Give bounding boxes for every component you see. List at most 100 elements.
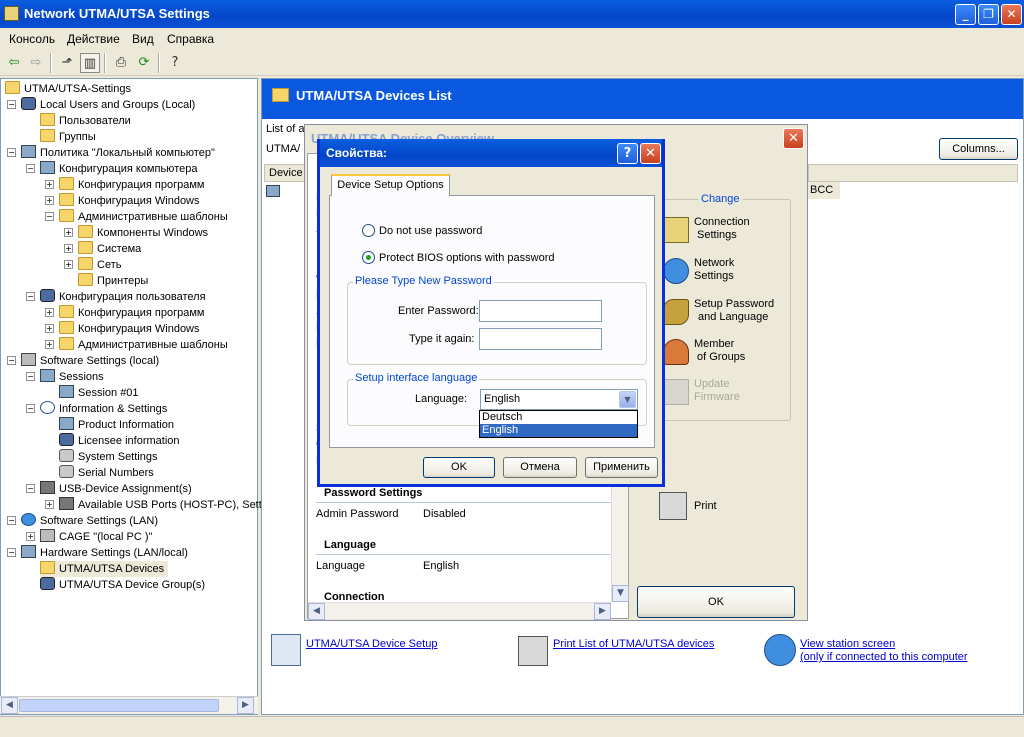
- tree-item[interactable]: Hardware Settings (LAN/local): [21, 545, 188, 561]
- tree-item[interactable]: Система: [78, 241, 141, 257]
- tree-item[interactable]: Local Users and Groups (Local): [21, 97, 195, 113]
- tree-item[interactable]: UTMA/UTSA Device Group(s): [40, 577, 205, 593]
- password-group-title: Please Type New Password: [353, 275, 494, 287]
- forward-arrow-icon[interactable]: ⇨: [26, 53, 46, 73]
- tree-item[interactable]: Software Settings (LAN): [21, 513, 158, 529]
- chevron-down-icon[interactable]: ▼: [619, 391, 636, 408]
- apply-button[interactable]: Применить: [585, 457, 658, 478]
- tree-item[interactable]: Конфигурация программ: [59, 177, 204, 193]
- folder-icon: [40, 129, 55, 142]
- tree-item[interactable]: Конфигурация Windows: [59, 193, 200, 209]
- print-action[interactable]: Print: [659, 490, 739, 522]
- restore-button[interactable]: ❐: [978, 4, 999, 25]
- properties-close-button[interactable]: ✕: [640, 143, 661, 164]
- language-option-english[interactable]: English: [480, 424, 637, 437]
- tree-item[interactable]: Available USB Ports (HOST-PC), Sett: [59, 497, 262, 513]
- minimize-button[interactable]: _: [955, 4, 976, 25]
- column-header-device[interactable]: Device: [264, 164, 308, 182]
- scroll-left-icon[interactable]: ◀: [308, 603, 325, 620]
- show-tree-icon[interactable]: ▥: [80, 53, 100, 73]
- menu-action[interactable]: Действие: [67, 32, 120, 46]
- column-header[interactable]: [808, 164, 1018, 182]
- tree-item[interactable]: Пользователи: [40, 113, 131, 129]
- tab-device-setup-options[interactable]: Device Setup Options: [331, 174, 450, 196]
- scroll-right-icon[interactable]: ▶: [237, 697, 254, 714]
- radio-protect-bios-label[interactable]: Protect BIOS options with password: [379, 252, 554, 264]
- radio-no-password-label[interactable]: Do not use password: [379, 225, 482, 237]
- overview-horizontal-scrollbar[interactable]: ◀ ▶: [308, 602, 611, 620]
- confirm-password-field[interactable]: [479, 328, 602, 350]
- scroll-left-icon[interactable]: ◀: [1, 697, 18, 714]
- language-option-deutsch[interactable]: Deutsch: [480, 411, 637, 424]
- columns-button[interactable]: Columns...: [939, 138, 1018, 160]
- tree-item[interactable]: Сеть: [78, 257, 121, 273]
- device-setup-link[interactable]: UTMA/UTSA Device Setup: [306, 638, 437, 650]
- tree-item[interactable]: Административные шаблоны: [59, 337, 228, 353]
- tree-item[interactable]: Session #01: [59, 385, 139, 401]
- scroll-right-icon[interactable]: ▶: [594, 603, 611, 620]
- ok-button[interactable]: OK: [423, 457, 495, 478]
- printer-icon[interactable]: [518, 636, 548, 666]
- folder-icon: [78, 241, 93, 254]
- info-icon: [40, 401, 55, 414]
- view-station-link[interactable]: View station screen: [800, 638, 895, 650]
- print-list-link[interactable]: Print List of UTMA/UTSA devices: [553, 638, 714, 650]
- tree-item-selected[interactable]: UTMA/UTSA Devices: [40, 561, 169, 577]
- help-question-button[interactable]: ?: [617, 143, 638, 164]
- overview-ok-button[interactable]: OK: [637, 586, 795, 618]
- connection-settings-action[interactable]: Connection Settings: [663, 215, 793, 245]
- network-settings-action[interactable]: Network Settings: [663, 256, 793, 286]
- close-button[interactable]: ✕: [1001, 4, 1022, 25]
- cancel-button[interactable]: Отмена: [503, 457, 577, 478]
- tree-item[interactable]: Группы: [40, 129, 96, 145]
- tree-item[interactable]: Sessions: [40, 369, 104, 385]
- menu-help[interactable]: Справка: [167, 32, 214, 46]
- tree-item[interactable]: Принтеры: [78, 273, 148, 289]
- scroll-thumb[interactable]: [19, 699, 219, 712]
- up-folder-icon[interactable]: ⬏: [57, 53, 77, 73]
- tree-item[interactable]: Information & Settings: [40, 401, 167, 417]
- menu-console[interactable]: Консоль: [9, 32, 55, 46]
- member-of-groups-action[interactable]: Member of Groups: [663, 337, 793, 367]
- setup-password-action[interactable]: Setup Password and Language: [663, 297, 793, 327]
- tree-item[interactable]: Конфигурация пользователя: [40, 289, 206, 305]
- overview-close-button[interactable]: ✕: [783, 128, 804, 149]
- device-setup-icon[interactable]: [271, 634, 301, 666]
- radio-protect-bios[interactable]: [362, 251, 375, 264]
- refresh-icon[interactable]: ⟳: [134, 53, 154, 73]
- radio-no-password[interactable]: [362, 224, 375, 237]
- tree-item[interactable]: Конфигурация компьютера: [40, 161, 197, 177]
- folder-icon: [78, 225, 93, 238]
- help-icon[interactable]: ?: [165, 53, 185, 73]
- tree-item[interactable]: Компоненты Windows: [78, 225, 208, 241]
- tree-item[interactable]: Serial Numbers: [59, 465, 154, 481]
- tree-item[interactable]: System Settings: [59, 449, 157, 465]
- back-arrow-icon[interactable]: ⇦: [4, 53, 24, 73]
- tree-item[interactable]: Software Settings (local): [21, 353, 159, 369]
- tree-item[interactable]: UTMA/UTSA-Settings: [5, 81, 131, 97]
- enter-password-field[interactable]: [479, 300, 602, 322]
- tree-item[interactable]: Product Information: [59, 417, 174, 433]
- language-select[interactable]: English ▼: [480, 389, 638, 410]
- scroll-down-icon[interactable]: ▼: [612, 585, 629, 602]
- tree-item[interactable]: Конфигурация программ: [59, 305, 204, 321]
- view-station-note[interactable]: (only if connected to this computer: [800, 651, 968, 663]
- cage-icon: [40, 529, 55, 542]
- properties-dialog: Свойства: ? ✕ Device Setup Options Do no…: [317, 139, 665, 487]
- language-group-title: Setup interface language: [353, 372, 480, 384]
- user-config-icon: [40, 289, 55, 302]
- menu-view[interactable]: Вид: [132, 32, 154, 46]
- tree-item[interactable]: Конфигурация Windows: [59, 321, 200, 337]
- station-screen-icon[interactable]: [764, 634, 796, 666]
- tree-horizontal-scrollbar[interactable]: ◀ ▶: [0, 696, 258, 714]
- tree-item[interactable]: Административные шаблоны: [59, 209, 228, 225]
- tree-item[interactable]: USB-Device Assignment(s): [40, 481, 192, 497]
- enter-password-label: Enter Password:: [398, 305, 479, 317]
- folder-icon: [78, 273, 93, 286]
- tree-item[interactable]: Политика "Локальный компьютер": [21, 145, 215, 161]
- tree-item[interactable]: Licensee information: [59, 433, 180, 449]
- print-icon[interactable]: ⎙: [111, 53, 131, 73]
- server-icon: [21, 353, 36, 366]
- tree-item[interactable]: CAGE "(local PC )": [40, 529, 152, 545]
- toolbar: ⇦ ⇨ ⬏ ▥ ⎙ ⟳ ?: [0, 50, 1024, 76]
